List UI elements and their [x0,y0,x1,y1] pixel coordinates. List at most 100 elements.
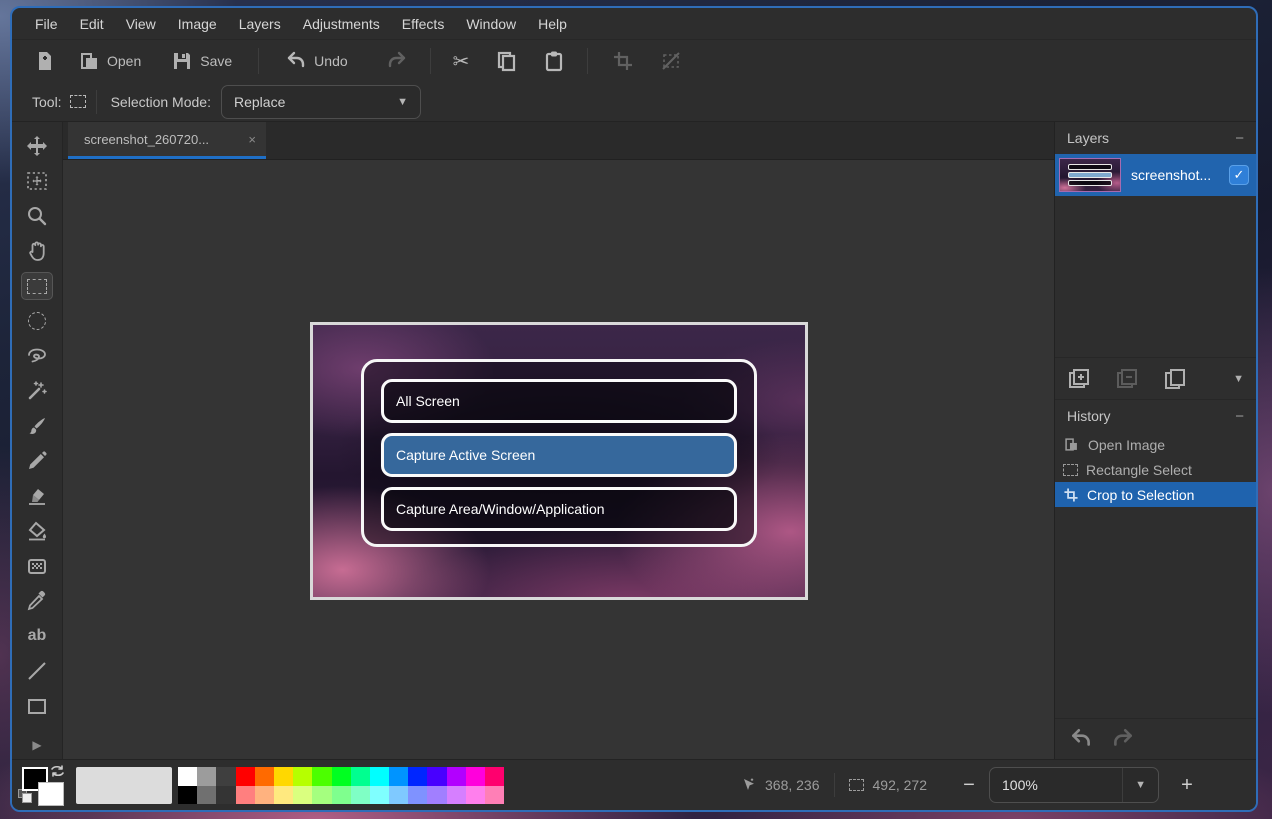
palette-color[interactable] [293,786,312,804]
undo-icon [285,50,307,72]
palette-color[interactable] [485,767,504,786]
palette-color[interactable] [447,767,466,786]
layer-menu-dropdown-icon[interactable]: ▼ [1233,373,1244,385]
eraser-tool[interactable] [21,482,53,510]
palette-color[interactable] [332,767,351,786]
palette-color[interactable] [312,767,331,786]
palette-color[interactable] [178,786,197,804]
copy-button[interactable] [487,45,525,77]
more-tools-button[interactable]: ▶ [21,727,53,755]
rectangle-select-icon [27,279,47,294]
remove-layer-button[interactable] [1115,367,1139,391]
palette-color[interactable] [236,786,255,804]
text-tool[interactable]: ab [21,622,53,650]
menu-help[interactable]: Help [527,12,578,36]
color-picker-tool[interactable] [21,587,53,615]
open-button[interactable]: Open [70,45,149,77]
palette-color[interactable] [351,786,370,804]
history-item-crop-to-selection[interactable]: Crop to Selection [1055,482,1256,507]
save-button[interactable]: Save [163,45,240,77]
palette-color[interactable] [351,767,370,786]
new-image-button[interactable] [26,45,64,77]
move-tool[interactable] [21,132,53,160]
palette-color[interactable] [293,767,312,786]
palette-color[interactable] [427,767,446,786]
ellipse-select-tool[interactable] [21,307,53,335]
history-item-open-image[interactable]: Open Image [1055,432,1256,457]
history-redo-button[interactable] [1111,727,1135,751]
palette-color[interactable] [274,767,293,786]
recent-colors-area[interactable] [76,767,172,804]
redo-button[interactable] [378,45,416,77]
tools-sidebar: ab ▶ [12,122,62,759]
palette-color[interactable] [332,786,351,804]
menu-effects[interactable]: Effects [391,12,456,36]
deselect-button[interactable] [652,45,690,77]
layer-visibility-checkbox[interactable]: ✓ [1229,165,1249,185]
paint-bucket-tool[interactable] [21,517,53,545]
menu-view[interactable]: View [115,12,167,36]
palette-color[interactable] [178,767,197,786]
menu-layers[interactable]: Layers [228,12,292,36]
menu-edit[interactable]: Edit [69,12,115,36]
selection-mode-dropdown[interactable]: Replace ▼ [221,85,421,119]
rectangle-select-tool[interactable] [21,272,53,300]
menu-window[interactable]: Window [455,12,527,36]
palette-color[interactable] [408,767,427,786]
palette-color[interactable] [466,786,485,804]
background-color-swatch[interactable] [38,782,64,806]
add-layer-button[interactable] [1067,367,1091,391]
palette-color[interactable] [274,786,293,804]
palette-color[interactable] [197,767,216,786]
palette-color[interactable] [197,786,216,804]
palette-color[interactable] [216,786,235,804]
lasso-select-tool[interactable] [21,342,53,370]
zoom-out-button[interactable]: − [957,774,981,797]
palette-color[interactable] [485,786,504,804]
canvas-workspace[interactable]: All Screen Capture Active Screen Capture… [63,160,1054,759]
history-undo-button[interactable] [1069,727,1093,751]
image-canvas[interactable]: All Screen Capture Active Screen Capture… [310,322,808,600]
palette-color[interactable] [408,786,427,804]
duplicate-layer-button[interactable] [1163,367,1187,391]
palette-color[interactable] [389,767,408,786]
history-item-rectangle-select[interactable]: Rectangle Select [1055,457,1256,482]
magic-wand-tool[interactable] [21,377,53,405]
menu-file[interactable]: File [24,12,69,36]
swap-colors-icon[interactable] [50,764,66,778]
menu-image[interactable]: Image [167,12,228,36]
palette-color[interactable] [312,786,331,804]
palette-color[interactable] [236,767,255,786]
close-icon[interactable]: × [248,132,256,147]
palette-color[interactable] [447,786,466,804]
palette-color[interactable] [427,786,446,804]
layer-row[interactable]: screenshot... ✓ [1055,154,1256,196]
zoom-level-dropdown[interactable]: 100% ▼ [989,767,1159,803]
palette-color[interactable] [466,767,485,786]
crop-to-selection-button[interactable] [604,45,642,77]
minimize-icon[interactable]: − [1235,130,1244,147]
reset-colors-icon[interactable] [18,789,32,803]
palette-color[interactable] [389,786,408,804]
rectangle-tool[interactable] [21,692,53,720]
line-tool[interactable] [21,657,53,685]
status-bar: 368, 236 492, 272 − 100% ▼ + [12,759,1256,810]
tab-screenshot[interactable]: screenshot_260720... × [68,122,266,159]
palette-color[interactable] [370,786,389,804]
pencil-tool[interactable] [21,447,53,475]
gradient-tool[interactable] [21,552,53,580]
undo-button[interactable]: Undo [277,45,355,77]
palette-color[interactable] [370,767,389,786]
pan-tool[interactable] [21,237,53,265]
zoom-in-button[interactable]: + [1175,774,1199,797]
move-selection-tool[interactable] [21,167,53,195]
palette-color[interactable] [216,767,235,786]
menu-adjustments[interactable]: Adjustments [292,12,391,36]
minimize-icon[interactable]: − [1235,408,1244,425]
paintbrush-tool[interactable] [21,412,53,440]
cut-button[interactable]: ✂ [445,44,478,79]
palette-color[interactable] [255,767,274,786]
palette-color[interactable] [255,786,274,804]
paste-button[interactable] [535,45,573,77]
zoom-tool[interactable] [21,202,53,230]
